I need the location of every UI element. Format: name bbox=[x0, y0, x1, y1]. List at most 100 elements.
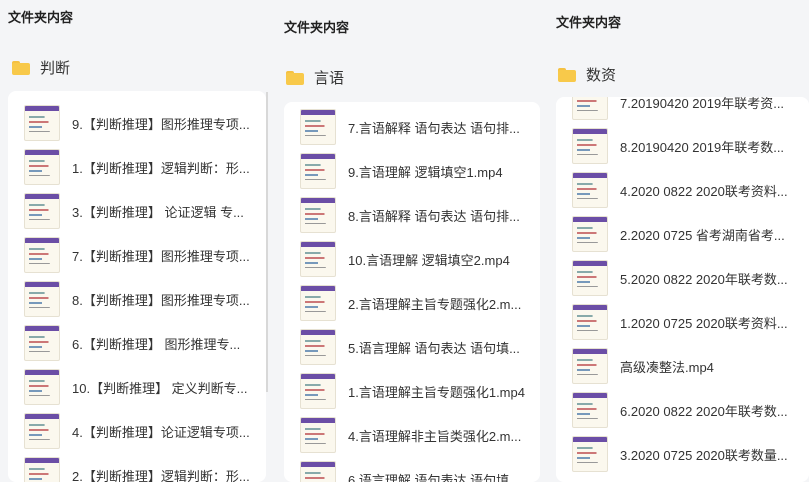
folder-header[interactable]: 言语 bbox=[286, 67, 344, 88]
list-item[interactable]: 3.【判断推理】 论证逻辑 专... bbox=[8, 189, 266, 233]
list-item[interactable]: 5.语言理解 语句表达 语句填... bbox=[284, 325, 540, 369]
file-name: 6.2020 0822 2020年联考数... bbox=[620, 403, 788, 419]
video-thumbnail bbox=[300, 197, 336, 233]
file-name: 8.言语解释 语句表达 语句排... bbox=[348, 208, 520, 224]
file-name: 2.言语理解主旨专题强化2.m... bbox=[348, 296, 522, 312]
list-item[interactable]: 6.语言理解 语句表达 语句填... bbox=[284, 457, 540, 482]
video-thumbnail bbox=[572, 128, 608, 164]
list-item[interactable]: 1.2020 0725 2020联考资料... bbox=[556, 300, 809, 344]
file-name: 高级凑整法.mp4 bbox=[620, 359, 714, 375]
file-name: 8.【判断推理】图形推理专项... bbox=[72, 292, 250, 308]
file-name: 8.20190420 2019年联考数... bbox=[620, 139, 785, 155]
folder-name: 言语 bbox=[314, 70, 345, 87]
file-name: 10.【判断推理】 定义判断专... bbox=[72, 380, 248, 396]
folder-header[interactable]: 数资 bbox=[558, 64, 616, 85]
column-title: 文件夹内容 bbox=[8, 10, 74, 25]
file-name: 7.20190420 2019年联考资... bbox=[620, 97, 785, 111]
list-item[interactable]: 7.【判断推理】图形推理专项... bbox=[8, 233, 266, 277]
column-title: 文件夹内容 bbox=[284, 20, 350, 35]
file-list-panel: 7.20190420 2019年联考资... 8.20190420 2019年联… bbox=[556, 97, 809, 482]
list-item[interactable]: 6.2020 0822 2020年联考数... bbox=[556, 388, 809, 432]
video-thumbnail bbox=[24, 281, 60, 317]
list-item[interactable]: 8.【判断推理】图形推理专项... bbox=[8, 277, 266, 321]
video-thumbnail bbox=[24, 413, 60, 449]
video-thumbnail bbox=[300, 461, 336, 482]
video-thumbnail bbox=[300, 109, 336, 145]
folder-header[interactable]: 判断 bbox=[12, 57, 70, 78]
folder-icon bbox=[286, 70, 304, 85]
video-thumbnail bbox=[24, 193, 60, 229]
file-name: 1.【判断推理】逻辑判断：形... bbox=[72, 160, 250, 176]
list-item[interactable]: 6.【判断推理】 图形推理专... bbox=[8, 321, 266, 365]
video-thumbnail bbox=[300, 373, 336, 409]
folder-icon bbox=[558, 67, 576, 82]
video-thumbnail bbox=[572, 392, 608, 428]
video-thumbnail bbox=[24, 369, 60, 405]
file-name: 7.言语解释 语句表达 语句排... bbox=[348, 120, 520, 136]
list-item[interactable]: 4.言语理解非主旨类强化2.m... bbox=[284, 413, 540, 457]
list-item[interactable]: 10.言语理解 逻辑填空2.mp4 bbox=[284, 237, 540, 281]
column-judgment: 文件夹内容 判断 9.【判断推理】图形推理专项... 1.【判断推理】逻辑判断：… bbox=[0, 0, 270, 482]
video-thumbnail bbox=[24, 237, 60, 273]
list-item[interactable]: 5.2020 0822 2020年联考数... bbox=[556, 256, 809, 300]
list-item[interactable]: 7.20190420 2019年联考资... bbox=[556, 97, 809, 124]
list-item[interactable]: 2.言语理解主旨专题强化2.m... bbox=[284, 281, 540, 325]
folder-icon bbox=[12, 60, 30, 75]
list-item[interactable]: 9.言语理解 逻辑填空1.mp4 bbox=[284, 149, 540, 193]
column-divider bbox=[266, 92, 268, 392]
list-item[interactable]: 高级凑整法.mp4 bbox=[556, 344, 809, 388]
video-thumbnail bbox=[300, 329, 336, 365]
list-item[interactable]: 3.2020 0725 2020联考数量... bbox=[556, 432, 809, 476]
file-list-panel: 9.【判断推理】图形推理专项... 1.【判断推理】逻辑判断：形... 3.【判… bbox=[8, 91, 266, 482]
file-name: 4.2020 0822 2020联考资料... bbox=[620, 183, 788, 199]
file-name: 5.2020 0822 2020年联考数... bbox=[620, 271, 788, 287]
file-name: 1.言语理解主旨专题强化1.mp4 bbox=[348, 384, 525, 400]
video-thumbnail bbox=[300, 285, 336, 321]
video-thumbnail bbox=[300, 153, 336, 189]
file-name: 7.【判断推理】图形推理专项... bbox=[72, 248, 250, 264]
video-thumbnail bbox=[24, 149, 60, 185]
video-thumbnail bbox=[572, 348, 608, 384]
file-name: 4.【判断推理】论证逻辑专项... bbox=[72, 424, 250, 440]
column-quant: 文件夹内容 数资 7.20190420 2019年联考资... 8.201904… bbox=[549, 0, 809, 482]
list-item[interactable]: 1.言语理解主旨专题强化1.mp4 bbox=[284, 369, 540, 413]
file-name: 9.言语理解 逻辑填空1.mp4 bbox=[348, 164, 503, 180]
video-thumbnail bbox=[572, 260, 608, 296]
folder-name: 数资 bbox=[586, 67, 617, 84]
video-thumbnail bbox=[300, 241, 336, 277]
file-name: 10.言语理解 逻辑填空2.mp4 bbox=[348, 252, 510, 268]
list-item[interactable]: 7.言语解释 语句表达 语句排... bbox=[284, 105, 540, 149]
video-thumbnail bbox=[572, 216, 608, 252]
video-thumbnail bbox=[24, 457, 60, 482]
list-item[interactable]: 8.20190420 2019年联考数... bbox=[556, 124, 809, 168]
file-name: 6.【判断推理】 图形推理专... bbox=[72, 336, 241, 352]
file-name: 3.【判断推理】 论证逻辑 专... bbox=[72, 204, 244, 220]
list-item[interactable]: 9.【判断推理】图形推理专项... bbox=[8, 101, 266, 145]
file-name: 6.语言理解 语句表达 语句填... bbox=[348, 472, 520, 482]
video-thumbnail bbox=[572, 436, 608, 472]
list-item[interactable]: 4.2020 0822 2020联考资料... bbox=[556, 168, 809, 212]
video-thumbnail bbox=[572, 304, 608, 340]
folder-name: 判断 bbox=[40, 60, 71, 77]
file-name: 2.【判断推理】逻辑判断：形... bbox=[72, 468, 250, 482]
list-item[interactable]: 10.【判断推理】 定义判断专... bbox=[8, 365, 266, 409]
file-name: 3.2020 0725 2020联考数量... bbox=[620, 447, 788, 463]
file-name: 9.【判断推理】图形推理专项... bbox=[72, 116, 250, 132]
list-item[interactable]: 2.2020 0725 省考湖南省考... bbox=[556, 212, 809, 256]
video-thumbnail bbox=[572, 97, 608, 120]
list-item[interactable]: 1.【判断推理】逻辑判断：形... bbox=[8, 145, 266, 189]
video-thumbnail bbox=[300, 417, 336, 453]
list-item[interactable]: 8.言语解释 语句表达 语句排... bbox=[284, 193, 540, 237]
column-title: 文件夹内容 bbox=[556, 15, 622, 30]
list-item[interactable]: 4.【判断推理】论证逻辑专项... bbox=[8, 409, 266, 453]
video-thumbnail bbox=[572, 172, 608, 208]
column-verbal: 文件夹内容 言语 7.言语解释 语句表达 语句排... 9.言语理解 逻辑填空1… bbox=[276, 0, 544, 482]
file-name: 5.语言理解 语句表达 语句填... bbox=[348, 340, 520, 356]
file-name: 1.2020 0725 2020联考资料... bbox=[620, 315, 788, 331]
video-thumbnail bbox=[24, 105, 60, 141]
video-thumbnail bbox=[24, 325, 60, 361]
file-name: 4.言语理解非主旨类强化2.m... bbox=[348, 428, 522, 444]
file-name: 2.2020 0725 省考湖南省考... bbox=[620, 227, 785, 243]
list-item[interactable]: 2.【判断推理】逻辑判断：形... bbox=[8, 453, 266, 482]
file-list-panel: 7.言语解释 语句表达 语句排... 9.言语理解 逻辑填空1.mp4 8.言语… bbox=[284, 102, 540, 482]
